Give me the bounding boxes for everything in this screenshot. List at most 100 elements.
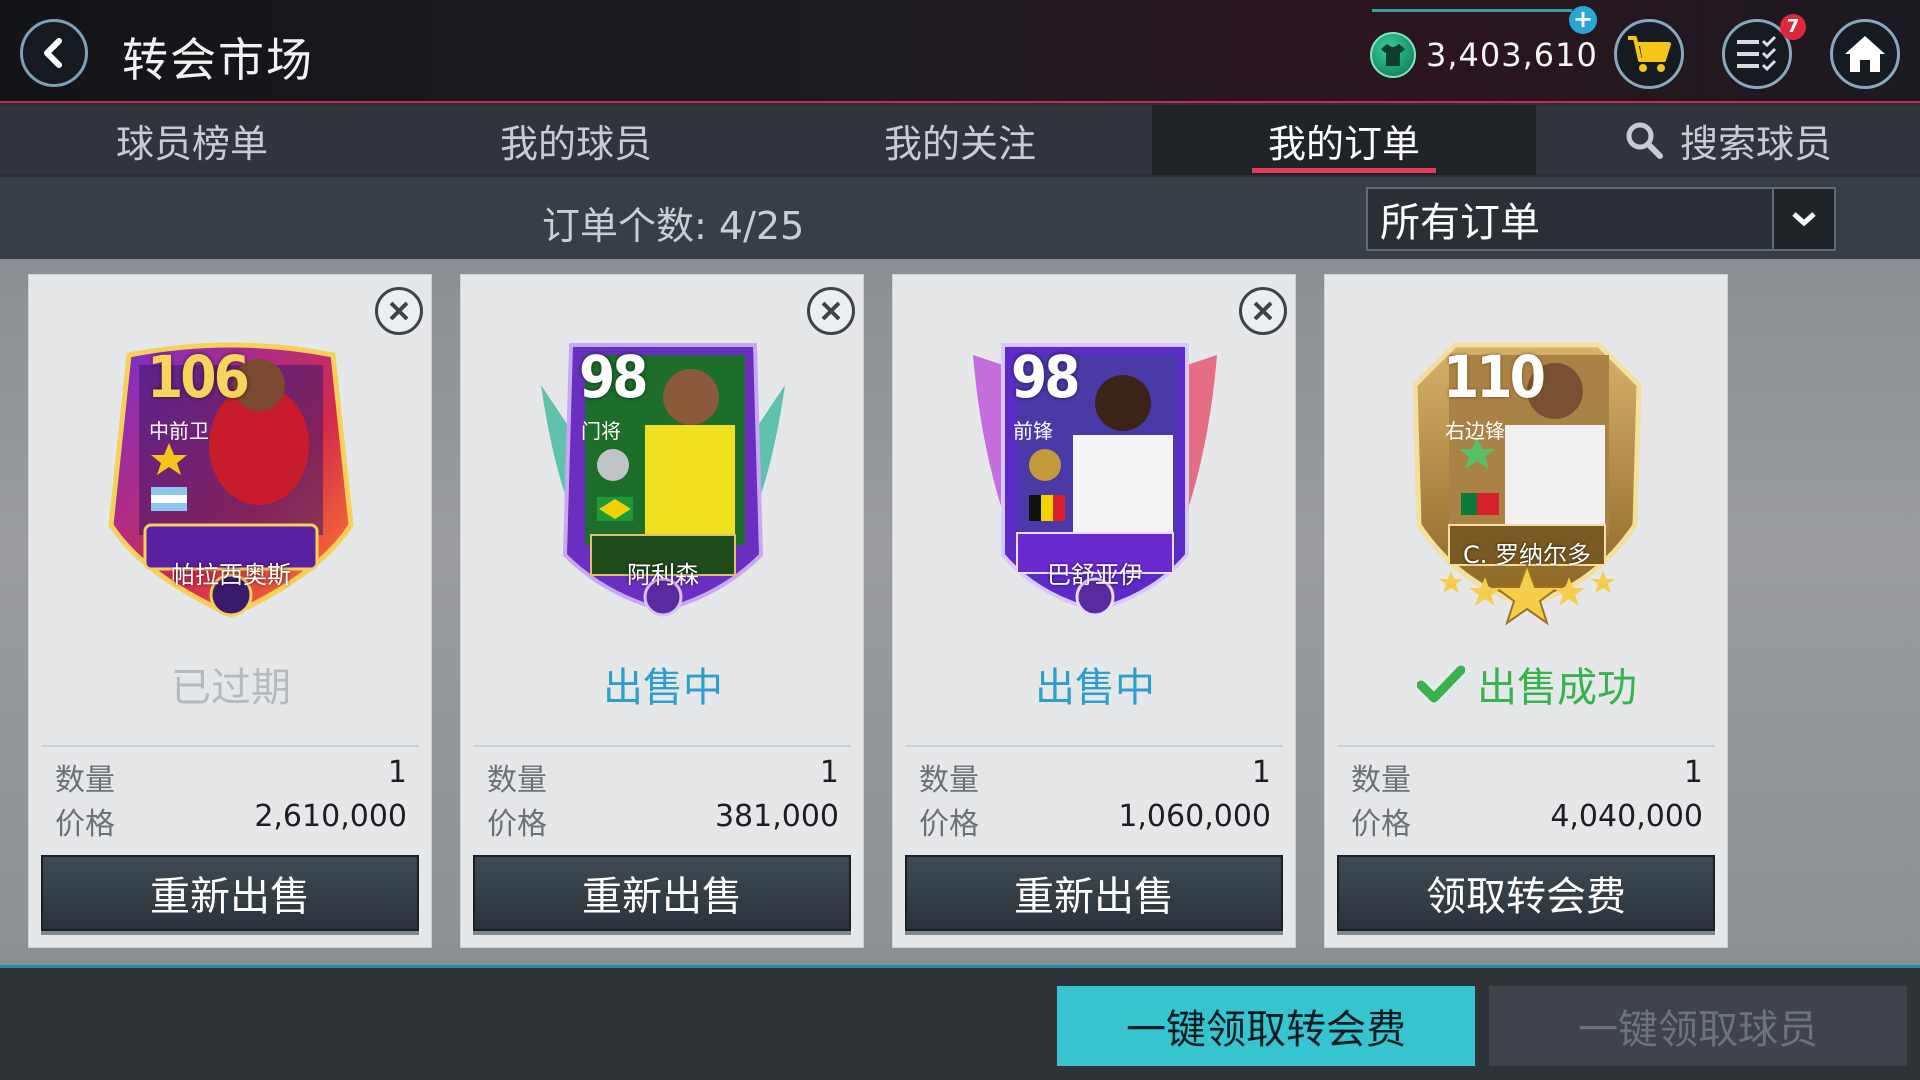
relist-button[interactable]: 重新出售 bbox=[905, 855, 1283, 931]
divider bbox=[473, 745, 851, 747]
bottom-bar: 一键领取转会费 一键领取球员 bbox=[0, 965, 1920, 1080]
currency-value: 3,403,610 bbox=[1426, 36, 1598, 74]
divider bbox=[1337, 745, 1715, 747]
quantity-value: 1 bbox=[387, 755, 407, 790]
claim-all-players-button[interactable]: 一键领取球员 bbox=[1489, 986, 1907, 1066]
tab-my-players[interactable]: 我的球员 bbox=[384, 105, 768, 175]
home-icon bbox=[1845, 36, 1885, 72]
quantity-label: 数量 bbox=[919, 763, 979, 798]
tab-label: 球员榜单 bbox=[115, 121, 268, 166]
relist-button[interactable]: 重新出售 bbox=[473, 855, 851, 931]
player-rating: 110 bbox=[1443, 343, 1546, 411]
order-status: 出售中 bbox=[603, 665, 723, 711]
player-name: 帕拉西奥斯 bbox=[171, 561, 291, 589]
order-status-row: 出售成功 bbox=[1325, 655, 1729, 713]
quantity-label: 数量 bbox=[1351, 763, 1411, 798]
player-rating: 106 bbox=[147, 343, 250, 411]
back-arrow-icon bbox=[44, 38, 62, 68]
price-row: 价格 4,040,000 bbox=[1351, 799, 1703, 843]
price-row: 价格 2,610,000 bbox=[55, 799, 407, 843]
player-card[interactable]: 98 前锋 巴舒亚伊 bbox=[953, 325, 1237, 635]
player-position: 右边锋 bbox=[1445, 419, 1505, 443]
divider bbox=[905, 745, 1283, 747]
price-label: 价格 bbox=[487, 807, 547, 842]
claim-transfer-fee-button[interactable]: 领取转会费 bbox=[1337, 855, 1715, 931]
tab-my-orders[interactable]: 我的订单 bbox=[1152, 105, 1536, 175]
checklist-icon bbox=[1737, 36, 1777, 72]
price-label: 价格 bbox=[1351, 807, 1411, 842]
price-label: 价格 bbox=[55, 807, 115, 842]
quantity-row: 数量 1 bbox=[919, 755, 1271, 799]
order-count: 订单个数: 4/25 bbox=[542, 195, 804, 250]
back-button[interactable] bbox=[20, 19, 88, 87]
chevron-down-icon[interactable] bbox=[1772, 189, 1834, 249]
quantity-value: 1 bbox=[819, 755, 839, 790]
tab-search-players[interactable]: 搜索球员 bbox=[1536, 105, 1920, 175]
price-value: 2,610,000 bbox=[254, 799, 407, 834]
top-bar: 转会市场 + 3,403,610 7 bbox=[0, 0, 1920, 103]
player-rating: 98 bbox=[1011, 343, 1081, 411]
order-card: 110 右边锋 C. 罗纳尔多 出售成功 数量 1 价格 4,040,000 领… bbox=[1324, 274, 1728, 948]
quantity-row: 数量 1 bbox=[487, 755, 839, 799]
tab-label: 我的球员 bbox=[499, 121, 652, 166]
order-filter-value: 所有订单 bbox=[1380, 200, 1540, 246]
quantity-row: 数量 1 bbox=[55, 755, 407, 799]
price-value: 1,060,000 bbox=[1118, 799, 1271, 834]
price-value: 381,000 bbox=[714, 799, 839, 834]
player-name: 阿利森 bbox=[627, 561, 699, 589]
player-name: 巴舒亚伊 bbox=[1047, 561, 1143, 589]
divider bbox=[41, 745, 419, 747]
currency-display: 3,403,610 bbox=[1370, 32, 1598, 78]
close-icon bbox=[1253, 301, 1273, 321]
quantity-row: 数量 1 bbox=[1351, 755, 1703, 799]
order-card: 98 门将 阿利森 出售中 数量 1 价格 381,000 重新出售 bbox=[460, 274, 864, 948]
claim-all-fees-button[interactable]: 一键领取转会费 bbox=[1057, 986, 1475, 1066]
home-button[interactable] bbox=[1830, 19, 1900, 89]
cancel-order-button[interactable] bbox=[1239, 287, 1287, 335]
quantity-label: 数量 bbox=[487, 763, 547, 798]
order-filter-dropdown[interactable]: 所有订单 bbox=[1366, 187, 1836, 251]
page-title: 转会市场 bbox=[122, 33, 314, 87]
order-count-label: 订单个数: bbox=[542, 204, 707, 248]
player-card[interactable]: 98 门将 阿利森 bbox=[521, 325, 805, 635]
order-count-value: 4/25 bbox=[718, 204, 805, 248]
order-card: 106 中前卫 帕拉西奥斯 已过期 数量 1 价格 2,610,000 重新出售 bbox=[28, 274, 432, 948]
cancel-order-button[interactable] bbox=[375, 287, 423, 335]
shop-button[interactable] bbox=[1614, 19, 1684, 89]
player-card[interactable]: 110 右边锋 C. 罗纳尔多 bbox=[1385, 325, 1669, 635]
order-card: 98 前锋 巴舒亚伊 出售中 数量 1 价格 1,060,000 重新出售 bbox=[892, 274, 1296, 948]
close-icon bbox=[821, 301, 841, 321]
tab-label: 我的订单 bbox=[1267, 121, 1420, 166]
close-icon bbox=[389, 301, 409, 321]
player-position: 门将 bbox=[581, 419, 621, 443]
checkmark-icon bbox=[1416, 665, 1466, 703]
order-status: 出售成功 bbox=[1477, 665, 1637, 711]
search-icon bbox=[1626, 122, 1663, 159]
player-name: C. 罗纳尔多 bbox=[1462, 541, 1591, 569]
quantity-label: 数量 bbox=[55, 763, 115, 798]
quantity-value: 1 bbox=[1251, 755, 1271, 790]
price-value: 4,040,000 bbox=[1550, 799, 1703, 834]
orders-subheader: 订单个数: 4/25 所有订单 bbox=[0, 177, 1920, 259]
player-card[interactable]: 106 中前卫 帕拉西奥斯 bbox=[89, 325, 373, 635]
cart-icon bbox=[1628, 36, 1671, 72]
price-row: 价格 381,000 bbox=[487, 799, 839, 843]
notification-badge: 7 bbox=[1780, 14, 1806, 40]
tab-bar: 球员榜单 我的球员 我的关注 我的订单 搜索球员 bbox=[0, 105, 1920, 175]
player-position: 前锋 bbox=[1013, 419, 1053, 443]
jersey-coin-icon bbox=[1370, 32, 1416, 78]
quantity-value: 1 bbox=[1683, 755, 1703, 790]
player-position: 中前卫 bbox=[149, 419, 209, 443]
tab-my-watchlist[interactable]: 我的关注 bbox=[768, 105, 1152, 175]
add-currency-button[interactable]: + bbox=[1569, 6, 1597, 34]
price-row: 价格 1,060,000 bbox=[919, 799, 1271, 843]
cancel-order-button[interactable] bbox=[807, 287, 855, 335]
tab-label: 搜索球员 bbox=[1679, 121, 1832, 166]
currency-underline bbox=[1372, 9, 1572, 12]
relist-button[interactable]: 重新出售 bbox=[41, 855, 419, 931]
tab-player-rankings[interactable]: 球员榜单 bbox=[0, 105, 384, 175]
tab-label: 我的关注 bbox=[883, 121, 1036, 166]
order-status: 已过期 bbox=[171, 665, 291, 711]
player-rating: 98 bbox=[579, 343, 649, 411]
price-label: 价格 bbox=[919, 807, 979, 842]
